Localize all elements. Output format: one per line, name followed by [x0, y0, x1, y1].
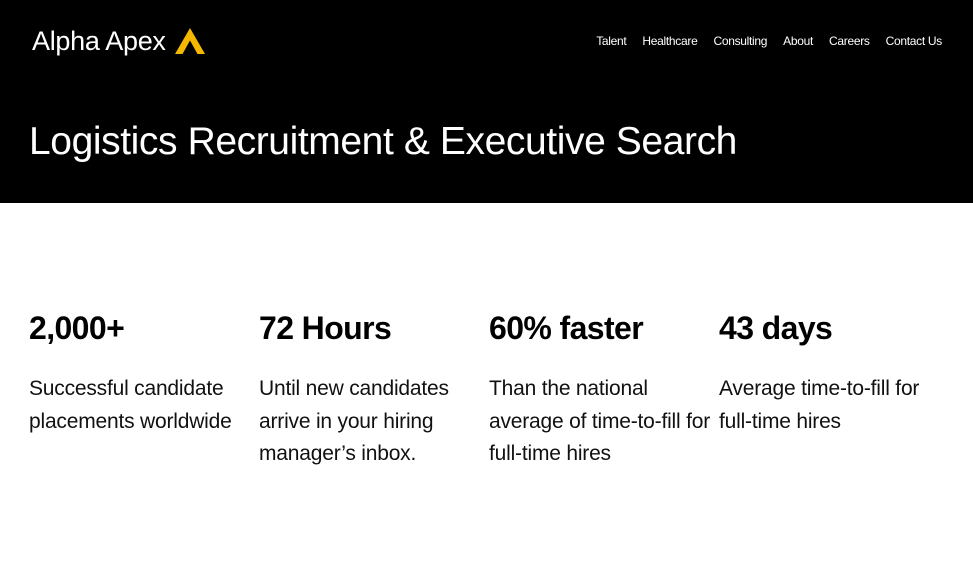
stat-speed: 60% faster Than the national average of … — [489, 306, 719, 471]
main-nav: Talent Healthcare Consulting About Caree… — [580, 33, 942, 49]
stat-value: 72 Hours — [259, 310, 392, 346]
stat-turnaround: 72 Hours Until new candidates arrive in … — [259, 306, 489, 471]
nav-item-talent[interactable]: Talent — [596, 33, 627, 49]
stat-time-to-fill: 43 days Average time-to-fill for full-ti… — [719, 306, 949, 471]
stat-value: 2,000+ — [29, 310, 125, 346]
nav-item-about[interactable]: About — [783, 33, 813, 49]
stat-description: Until new candidates arrive in your hiri… — [259, 377, 449, 465]
nav-item-contact-us[interactable]: Contact Us — [886, 33, 943, 49]
hero-header: Alpha Apex Talent Healthcare Consulting … — [0, 0, 973, 203]
page-title: Logistics Recruitment & Executive Search — [29, 120, 737, 163]
stat-value: 60% faster — [489, 310, 644, 346]
nav-item-careers[interactable]: Careers — [829, 33, 870, 49]
nav-item-consulting[interactable]: Consulting — [713, 33, 767, 49]
brand-logo-link[interactable]: Alpha Apex — [32, 24, 205, 58]
stat-placements: 2,000+ Successful candidate placements w… — [29, 306, 259, 471]
brand-name: Alpha Apex — [32, 26, 166, 56]
stat-value: 43 days — [719, 310, 833, 346]
stat-description: Than the national average of time-to-fil… — [489, 377, 711, 465]
stat-description: Successful candidate placements worldwid… — [29, 377, 232, 433]
stats-section: 2,000+ Successful candidate placements w… — [29, 306, 949, 471]
stat-description: Average time-to-fill for full-time hires — [719, 377, 920, 433]
apex-chevron-logo-icon — [174, 28, 205, 54]
nav-item-healthcare[interactable]: Healthcare — [642, 33, 697, 49]
